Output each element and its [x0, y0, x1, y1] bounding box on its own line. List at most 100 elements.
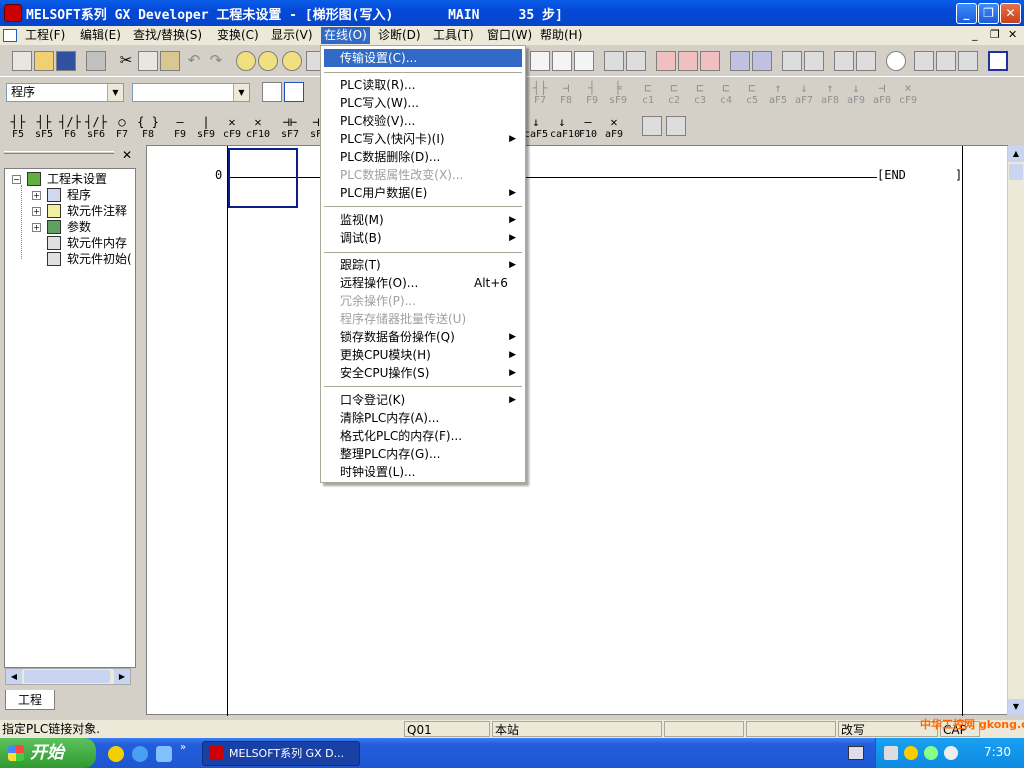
security-icon[interactable]: [924, 746, 938, 760]
monitor-stop-icon[interactable]: [626, 51, 646, 71]
menu-item[interactable]: PLC读取(R)...: [324, 76, 522, 94]
document-icon[interactable]: [3, 29, 17, 42]
menu-item[interactable]: 清除PLC内存(A)...: [324, 409, 522, 427]
ladder-key-button[interactable]: ⊣ aF0: [870, 80, 894, 110]
network-icon[interactable]: [884, 746, 898, 760]
chevron-icon[interactable]: »: [180, 742, 186, 753]
project-tree[interactable]: − 工程未设置 + 程序 + 软元件注释 + 参数 软元件内存 软元件初始(: [4, 168, 136, 668]
scroll-up-icon[interactable]: ▲: [1008, 146, 1024, 162]
ladder-key-button[interactable]: ✕ cF9: [220, 114, 244, 144]
undo-icon[interactable]: ↶: [184, 51, 204, 71]
tree-item-parameter[interactable]: 参数: [67, 219, 91, 235]
menu-project[interactable]: 工程(F): [22, 27, 68, 44]
expand-icon[interactable]: +: [32, 223, 41, 232]
ladder-key-button[interactable]: ✕ cF10: [246, 114, 270, 144]
scroll-down-icon[interactable]: ▼: [1008, 699, 1024, 715]
menu-item[interactable]: 格式化PLC的内存(F)...: [324, 427, 522, 445]
vscroll-thumb[interactable]: [1009, 164, 1023, 180]
scroll-thumb[interactable]: [24, 670, 110, 683]
ladder-vscrollbar[interactable]: ▲ ▼: [1007, 146, 1024, 715]
clock[interactable]: 7:30: [984, 745, 1011, 759]
menu-window[interactable]: 窗口(W): [484, 27, 535, 44]
sfc-mode-icon[interactable]: [958, 51, 978, 71]
scroll-left-icon[interactable]: ◀: [6, 669, 22, 684]
ladder-key-button[interactable]: ⊏ c2: [662, 80, 686, 110]
ladder-mode-icon[interactable]: [914, 51, 934, 71]
bluetooth-icon[interactable]: [944, 746, 958, 760]
zoom-icon[interactable]: [886, 51, 906, 71]
collapse-icon[interactable]: −: [12, 175, 21, 184]
ie-icon[interactable]: [132, 746, 148, 762]
menu-item[interactable]: 时钟设置(L)...: [324, 463, 522, 481]
open-folder-icon[interactable]: [34, 51, 54, 71]
alias-icon[interactable]: [856, 51, 876, 71]
tree-hscrollbar[interactable]: ◀ ▶: [5, 668, 131, 685]
mdi-minimize-icon[interactable]: _: [972, 28, 978, 41]
menu-diagnostics[interactable]: 诊断(D): [375, 27, 424, 44]
list-mode-icon[interactable]: [936, 51, 956, 71]
ladder-key-button[interactable]: ┤├ F7: [528, 80, 552, 110]
ladder-key-button[interactable]: ⊏ c1: [636, 80, 660, 110]
ladder-key-button[interactable]: | sF9: [194, 114, 218, 144]
menu-find-replace[interactable]: 查找/替换(S): [130, 27, 205, 44]
menu-item[interactable]: 跟踪(T) ▶: [324, 256, 522, 274]
tree-item-device-comment[interactable]: 软元件注释: [67, 203, 127, 219]
ladder-key-button[interactable]: ╞ sF9: [606, 80, 630, 110]
menu-item[interactable]: PLC数据删除(D)...: [324, 148, 522, 166]
program-edit-icon[interactable]: [262, 82, 282, 102]
ladder-key-button[interactable]: ⊏ c4: [714, 80, 738, 110]
ladder-key-button[interactable]: ○ F7: [110, 114, 134, 144]
cut-icon[interactable]: ✂: [116, 51, 136, 71]
app-icon[interactable]: [4, 4, 22, 22]
task-button[interactable]: MELSOFT系列 GX D...: [202, 741, 360, 766]
start-button[interactable]: 开始: [0, 738, 96, 768]
find-step-icon[interactable]: [282, 51, 302, 71]
monitor-start-icon[interactable]: [604, 51, 624, 71]
menu-item[interactable]: 整理PLC内存(G)...: [324, 445, 522, 463]
ladder-read-icon[interactable]: [678, 51, 698, 71]
ladder-tool2-icon[interactable]: [666, 116, 686, 136]
ladder-key-button[interactable]: ↓ aF7: [792, 80, 816, 110]
menu-item[interactable]: PLC写入(快闪卡)(I) ▶: [324, 130, 522, 148]
ladder-key-button[interactable]: ┤├ sF5: [32, 114, 56, 144]
ladder-key-button[interactable]: ✕ aF9: [602, 114, 626, 144]
window-toggle-icon[interactable]: [988, 51, 1008, 71]
device-batch-icon[interactable]: [730, 51, 750, 71]
ladder-tool-icon[interactable]: [642, 116, 662, 136]
menu-item[interactable]: PLC用户数据(E) ▶: [324, 184, 522, 202]
chevron-down-icon[interactable]: ▼: [233, 84, 249, 101]
ladder-key-button[interactable]: ↑ aF8: [818, 80, 842, 110]
program-name-select[interactable]: ▼: [132, 83, 250, 102]
ladder-key-button[interactable]: ┤/├ F6: [58, 114, 82, 144]
device-register-icon[interactable]: [752, 51, 772, 71]
verify-plc-icon[interactable]: [574, 51, 594, 71]
ladder-key-button[interactable]: ↑ aF5: [766, 80, 790, 110]
title-bar[interactable]: MELSOFT系列 GX Developer 工程未设置 - [梯形图(写入) …: [0, 0, 1024, 26]
menu-item[interactable]: 安全CPU操作(S) ▶: [324, 364, 522, 382]
ladder-key-button[interactable]: ┤/├ sF6: [84, 114, 108, 144]
note-icon[interactable]: [834, 51, 854, 71]
expand-icon[interactable]: +: [32, 191, 41, 200]
ladder-key-button[interactable]: — F9: [168, 114, 192, 144]
quicklaunch-icon[interactable]: [108, 746, 124, 762]
mdi-restore-icon[interactable]: ❐: [990, 28, 1000, 41]
volume-icon[interactable]: [904, 746, 918, 760]
desktop-icon[interactable]: [156, 746, 172, 762]
close-button[interactable]: ✕: [1000, 3, 1021, 24]
tree-item-device-memory[interactable]: 软元件内存: [67, 235, 127, 251]
panel-close-icon[interactable]: ✕: [122, 148, 132, 162]
ladder-key-button[interactable]: ↓ caF10: [550, 114, 580, 144]
ladder-key-button[interactable]: × cF9: [896, 80, 920, 110]
redo-icon[interactable]: ↷: [206, 51, 226, 71]
ladder-key-button[interactable]: — F10: [576, 114, 600, 144]
scroll-right-icon[interactable]: ▶: [114, 669, 130, 684]
project-tree-icon[interactable]: [284, 82, 304, 102]
restore-button[interactable]: ❐: [978, 3, 999, 24]
menu-convert[interactable]: 变换(C): [214, 27, 262, 44]
print-icon[interactable]: [86, 51, 106, 71]
menu-item[interactable]: PLC校验(V)...: [324, 112, 522, 130]
read-plc-icon[interactable]: [530, 51, 550, 71]
menu-item[interactable]: 远程操作(O)... Alt+6: [324, 274, 522, 292]
menu-item[interactable]: 更换CPU模块(H) ▶: [324, 346, 522, 364]
menu-item[interactable]: PLC写入(W)...: [324, 94, 522, 112]
